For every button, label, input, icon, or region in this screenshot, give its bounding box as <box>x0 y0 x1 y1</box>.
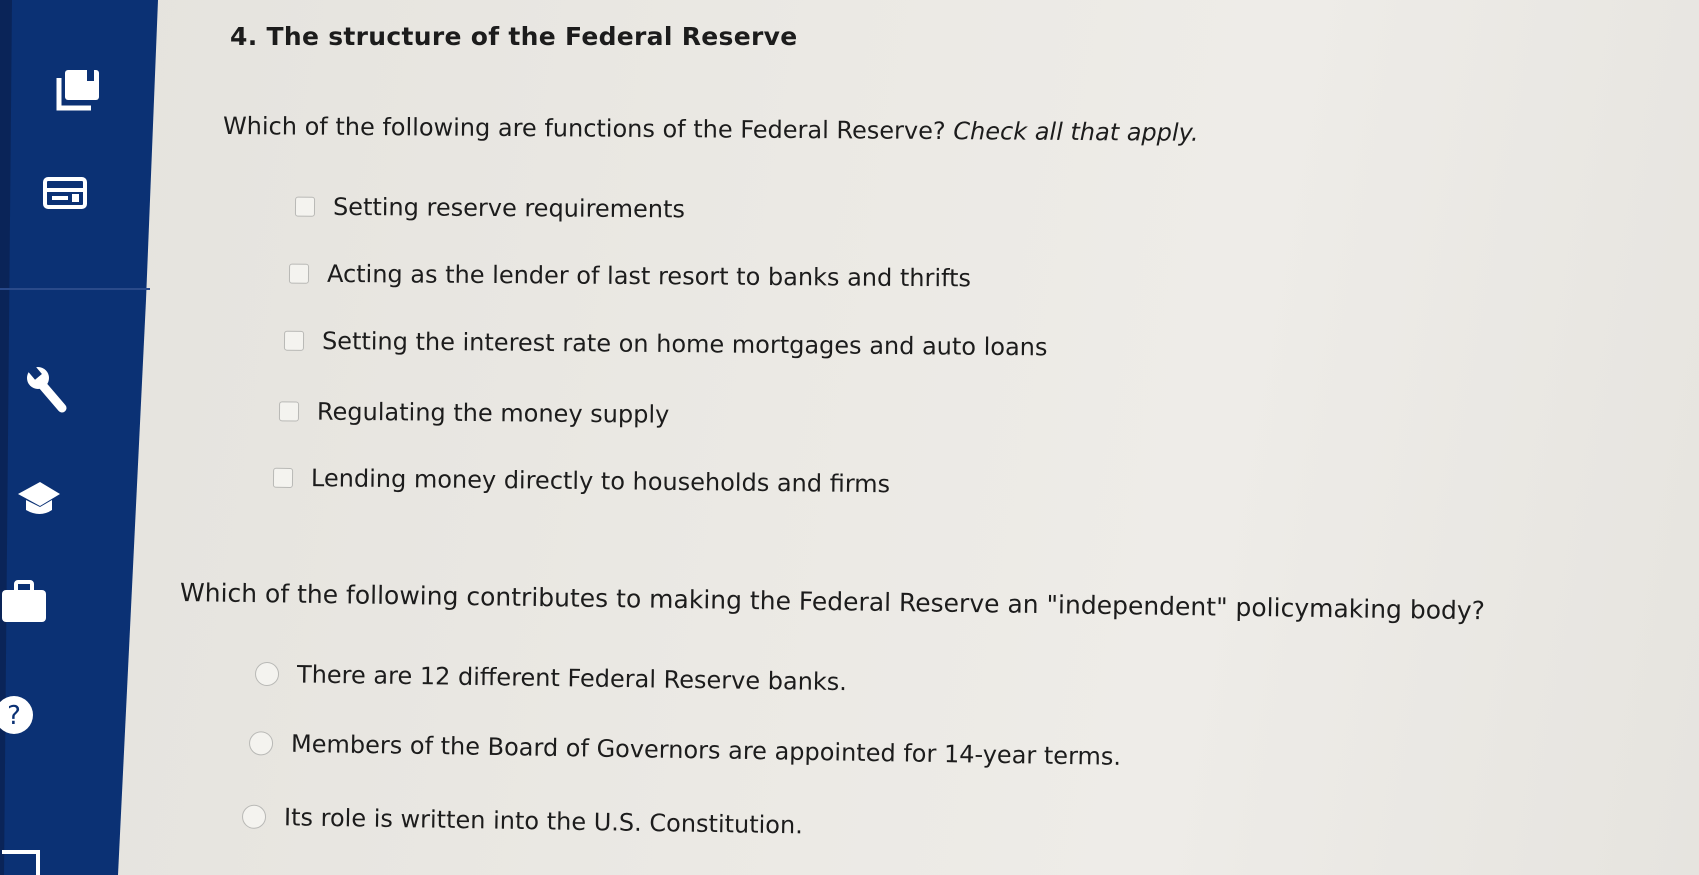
q1-hint: Check all that apply. <box>953 117 1199 147</box>
q1-option-label: Regulating the money supply <box>316 397 670 429</box>
sidebar-divider <box>0 288 150 290</box>
checkbox[interactable] <box>294 196 316 217</box>
graduation-cap-icon[interactable] <box>16 478 62 518</box>
checkbox[interactable] <box>283 330 305 351</box>
checkbox[interactable] <box>288 263 310 284</box>
briefcase-icon[interactable] <box>0 580 48 624</box>
help-icon[interactable]: ? <box>0 695 40 735</box>
q1-option-label: Acting as the lender of last resort to b… <box>326 259 972 293</box>
q1-option-regulating-money-supply[interactable]: Regulating the money supply <box>278 397 670 429</box>
sidebar: ? <box>0 0 160 875</box>
checkbox[interactable] <box>272 467 294 488</box>
q1-option-label: Setting reserve requirements <box>332 192 686 224</box>
calendar-icon[interactable] <box>42 176 88 210</box>
q1-option-lender-of-last-resort[interactable]: Acting as the lender of last resort to b… <box>288 259 972 293</box>
question-title: 4. The structure of the Federal Reserve <box>230 22 798 51</box>
checkbox[interactable] <box>278 401 300 422</box>
radio-button[interactable] <box>254 661 280 687</box>
radio-button[interactable] <box>248 731 274 756</box>
panel-icon[interactable] <box>0 848 44 875</box>
q1-prompt-text: Which of the following are functions of … <box>222 112 946 146</box>
help-icon-label: ? <box>7 701 21 731</box>
radio-button[interactable] <box>241 804 267 829</box>
q1-option-setting-reserve-requirements[interactable]: Setting reserve requirements <box>294 192 686 224</box>
tools-icon[interactable] <box>26 366 70 414</box>
sidebar-panel <box>0 0 158 875</box>
ebook-icon[interactable] <box>56 68 102 112</box>
